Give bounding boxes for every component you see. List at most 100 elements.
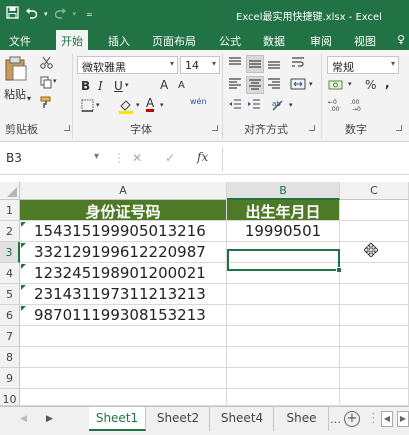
- cell-a5[interactable]: 231431197311213213: [20, 284, 227, 305]
- sheet-tab-sheet4[interactable]: Sheet4: [211, 407, 274, 431]
- cell-c2[interactable]: [340, 221, 409, 242]
- tab-page-layout[interactable]: 页面布局: [152, 33, 196, 49]
- font-color-dropdown-icon[interactable]: ▾: [160, 101, 164, 109]
- row-header[interactable]: 5: [0, 284, 20, 305]
- enter-icon[interactable]: ✓: [165, 151, 175, 165]
- cell-a2[interactable]: 154315199905013216: [20, 221, 227, 242]
- scroll-tabs-left-icon[interactable]: ◀: [20, 414, 27, 424]
- tab-view[interactable]: 视图: [354, 33, 376, 49]
- font-color-button[interactable]: A: [146, 97, 155, 112]
- increase-indent-button[interactable]: [246, 97, 264, 115]
- align-right-button[interactable]: [266, 76, 284, 94]
- worksheet-grid[interactable]: A B C 1 2 3 4 5 6 7 8 9 10 身份证号码 出生年月日 1…: [0, 182, 409, 406]
- cell-c7[interactable]: [340, 326, 409, 347]
- cell-b6[interactable]: [227, 305, 340, 326]
- cell-b8[interactable]: [227, 347, 340, 368]
- tab-data[interactable]: 数据: [263, 33, 285, 49]
- tab-review[interactable]: 审阅: [310, 33, 332, 49]
- fill-color-dropdown-icon[interactable]: ▾: [136, 101, 140, 109]
- align-center-button[interactable]: [246, 76, 264, 94]
- cell-c10[interactable]: [340, 389, 409, 406]
- error-indicator-icon[interactable]: [21, 243, 26, 248]
- cell-a6[interactable]: 987011199308153213: [20, 305, 227, 326]
- orientation-dropdown-icon[interactable]: ▾: [289, 101, 293, 109]
- shrink-font-button[interactable]: A: [178, 80, 185, 91]
- number-format-combo[interactable]: 常规 ▾: [327, 56, 399, 74]
- cell-a7[interactable]: [20, 326, 227, 347]
- redo-dropdown-icon[interactable]: ▾: [73, 10, 77, 18]
- row-header[interactable]: 3: [0, 242, 20, 263]
- error-indicator-icon[interactable]: [21, 264, 26, 269]
- cell-c1[interactable]: [340, 200, 409, 221]
- sheet-tab-sheet1[interactable]: Sheet1: [89, 407, 146, 431]
- fill-color-icon[interactable]: [118, 98, 134, 117]
- tab-formulas[interactable]: 公式: [219, 33, 241, 49]
- formula-input[interactable]: [222, 147, 409, 171]
- cell-b7[interactable]: [227, 326, 340, 347]
- insert-function-button[interactable]: fx: [197, 150, 208, 164]
- accounting-dropdown-icon[interactable]: ▾: [348, 80, 352, 88]
- underline-button[interactable]: U: [114, 79, 123, 93]
- sheet-tab-sheet2[interactable]: Sheet2: [147, 407, 210, 431]
- row-header[interactable]: 7: [0, 326, 20, 347]
- cell-c6[interactable]: [340, 305, 409, 326]
- decrease-decimal-button[interactable]: .00 →0: [350, 97, 368, 115]
- error-indicator-icon[interactable]: [21, 306, 26, 311]
- cut-icon[interactable]: [40, 56, 53, 72]
- row-header[interactable]: 10: [0, 389, 20, 406]
- underline-dropdown-icon[interactable]: ▾: [125, 81, 129, 89]
- horizontal-scroll-right-icon[interactable]: ▶: [397, 411, 409, 427]
- font-size-combo[interactable]: 14 ▾: [180, 56, 220, 74]
- add-sheet-button[interactable]: +: [344, 411, 360, 427]
- italic-button[interactable]: I: [98, 79, 103, 93]
- horizontal-scroll-left-icon[interactable]: ◀: [381, 411, 393, 427]
- row-header[interactable]: 9: [0, 368, 20, 389]
- cell-a10[interactable]: [20, 389, 227, 406]
- customize-icon[interactable]: =: [86, 10, 93, 19]
- orientation-button[interactable]: ab: [270, 97, 288, 115]
- row-header[interactable]: 6: [0, 305, 20, 326]
- cancel-icon[interactable]: ✕: [132, 151, 142, 165]
- tab-insert[interactable]: 插入: [108, 33, 130, 49]
- cell-c8[interactable]: [340, 347, 409, 368]
- cell-a3[interactable]: 332129199612220987: [20, 242, 227, 263]
- undo-icon[interactable]: [25, 7, 38, 22]
- format-painter-icon[interactable]: [40, 96, 53, 112]
- number-launcher-icon[interactable]: [396, 125, 402, 131]
- borders-icon[interactable]: [81, 99, 94, 115]
- cell-b1[interactable]: 出生年月日: [227, 200, 340, 221]
- tab-file[interactable]: 文件: [9, 33, 31, 49]
- row-header[interactable]: 8: [0, 347, 20, 368]
- tab-split-icon[interactable]: ⋮: [367, 411, 380, 426]
- sheet-tab-more[interactable]: Shee: [275, 407, 329, 431]
- cell-c9[interactable]: [340, 368, 409, 389]
- increase-decimal-button[interactable]: ←0.00: [328, 97, 346, 115]
- column-header-a[interactable]: A: [20, 182, 227, 200]
- select-all-corner[interactable]: [0, 182, 20, 200]
- redo-icon[interactable]: [54, 7, 67, 22]
- formula-bar-grip-icon[interactable]: ⋮: [113, 151, 125, 165]
- alignment-launcher-icon[interactable]: [309, 125, 315, 131]
- wrap-text-button[interactable]: [290, 55, 308, 73]
- merge-dropdown-icon[interactable]: ▾: [309, 80, 313, 88]
- row-header[interactable]: 4: [0, 263, 20, 284]
- tab-home[interactable]: 开始: [56, 30, 88, 50]
- cell-a8[interactable]: [20, 347, 227, 368]
- cell-c5[interactable]: [340, 284, 409, 305]
- fill-handle[interactable]: [336, 267, 342, 273]
- error-indicator-icon[interactable]: [21, 285, 26, 290]
- cell-b9[interactable]: [227, 368, 340, 389]
- cell-a1[interactable]: 身份证号码: [20, 200, 227, 221]
- scroll-tabs-right-icon[interactable]: ▶: [46, 414, 53, 424]
- accounting-format-button[interactable]: [328, 77, 346, 95]
- clipboard-launcher-icon[interactable]: [64, 125, 70, 131]
- font-launcher-icon[interactable]: [212, 125, 218, 131]
- error-indicator-icon[interactable]: [21, 222, 26, 227]
- align-bottom-button[interactable]: [266, 55, 284, 73]
- cell-b5[interactable]: [227, 284, 340, 305]
- copy-dropdown-icon[interactable]: ▾: [53, 77, 57, 85]
- column-header-c[interactable]: C: [340, 182, 409, 200]
- cell-b10[interactable]: [227, 389, 340, 406]
- tab-tell-me[interactable]: ♀: [397, 33, 405, 46]
- bold-button[interactable]: B: [81, 79, 90, 93]
